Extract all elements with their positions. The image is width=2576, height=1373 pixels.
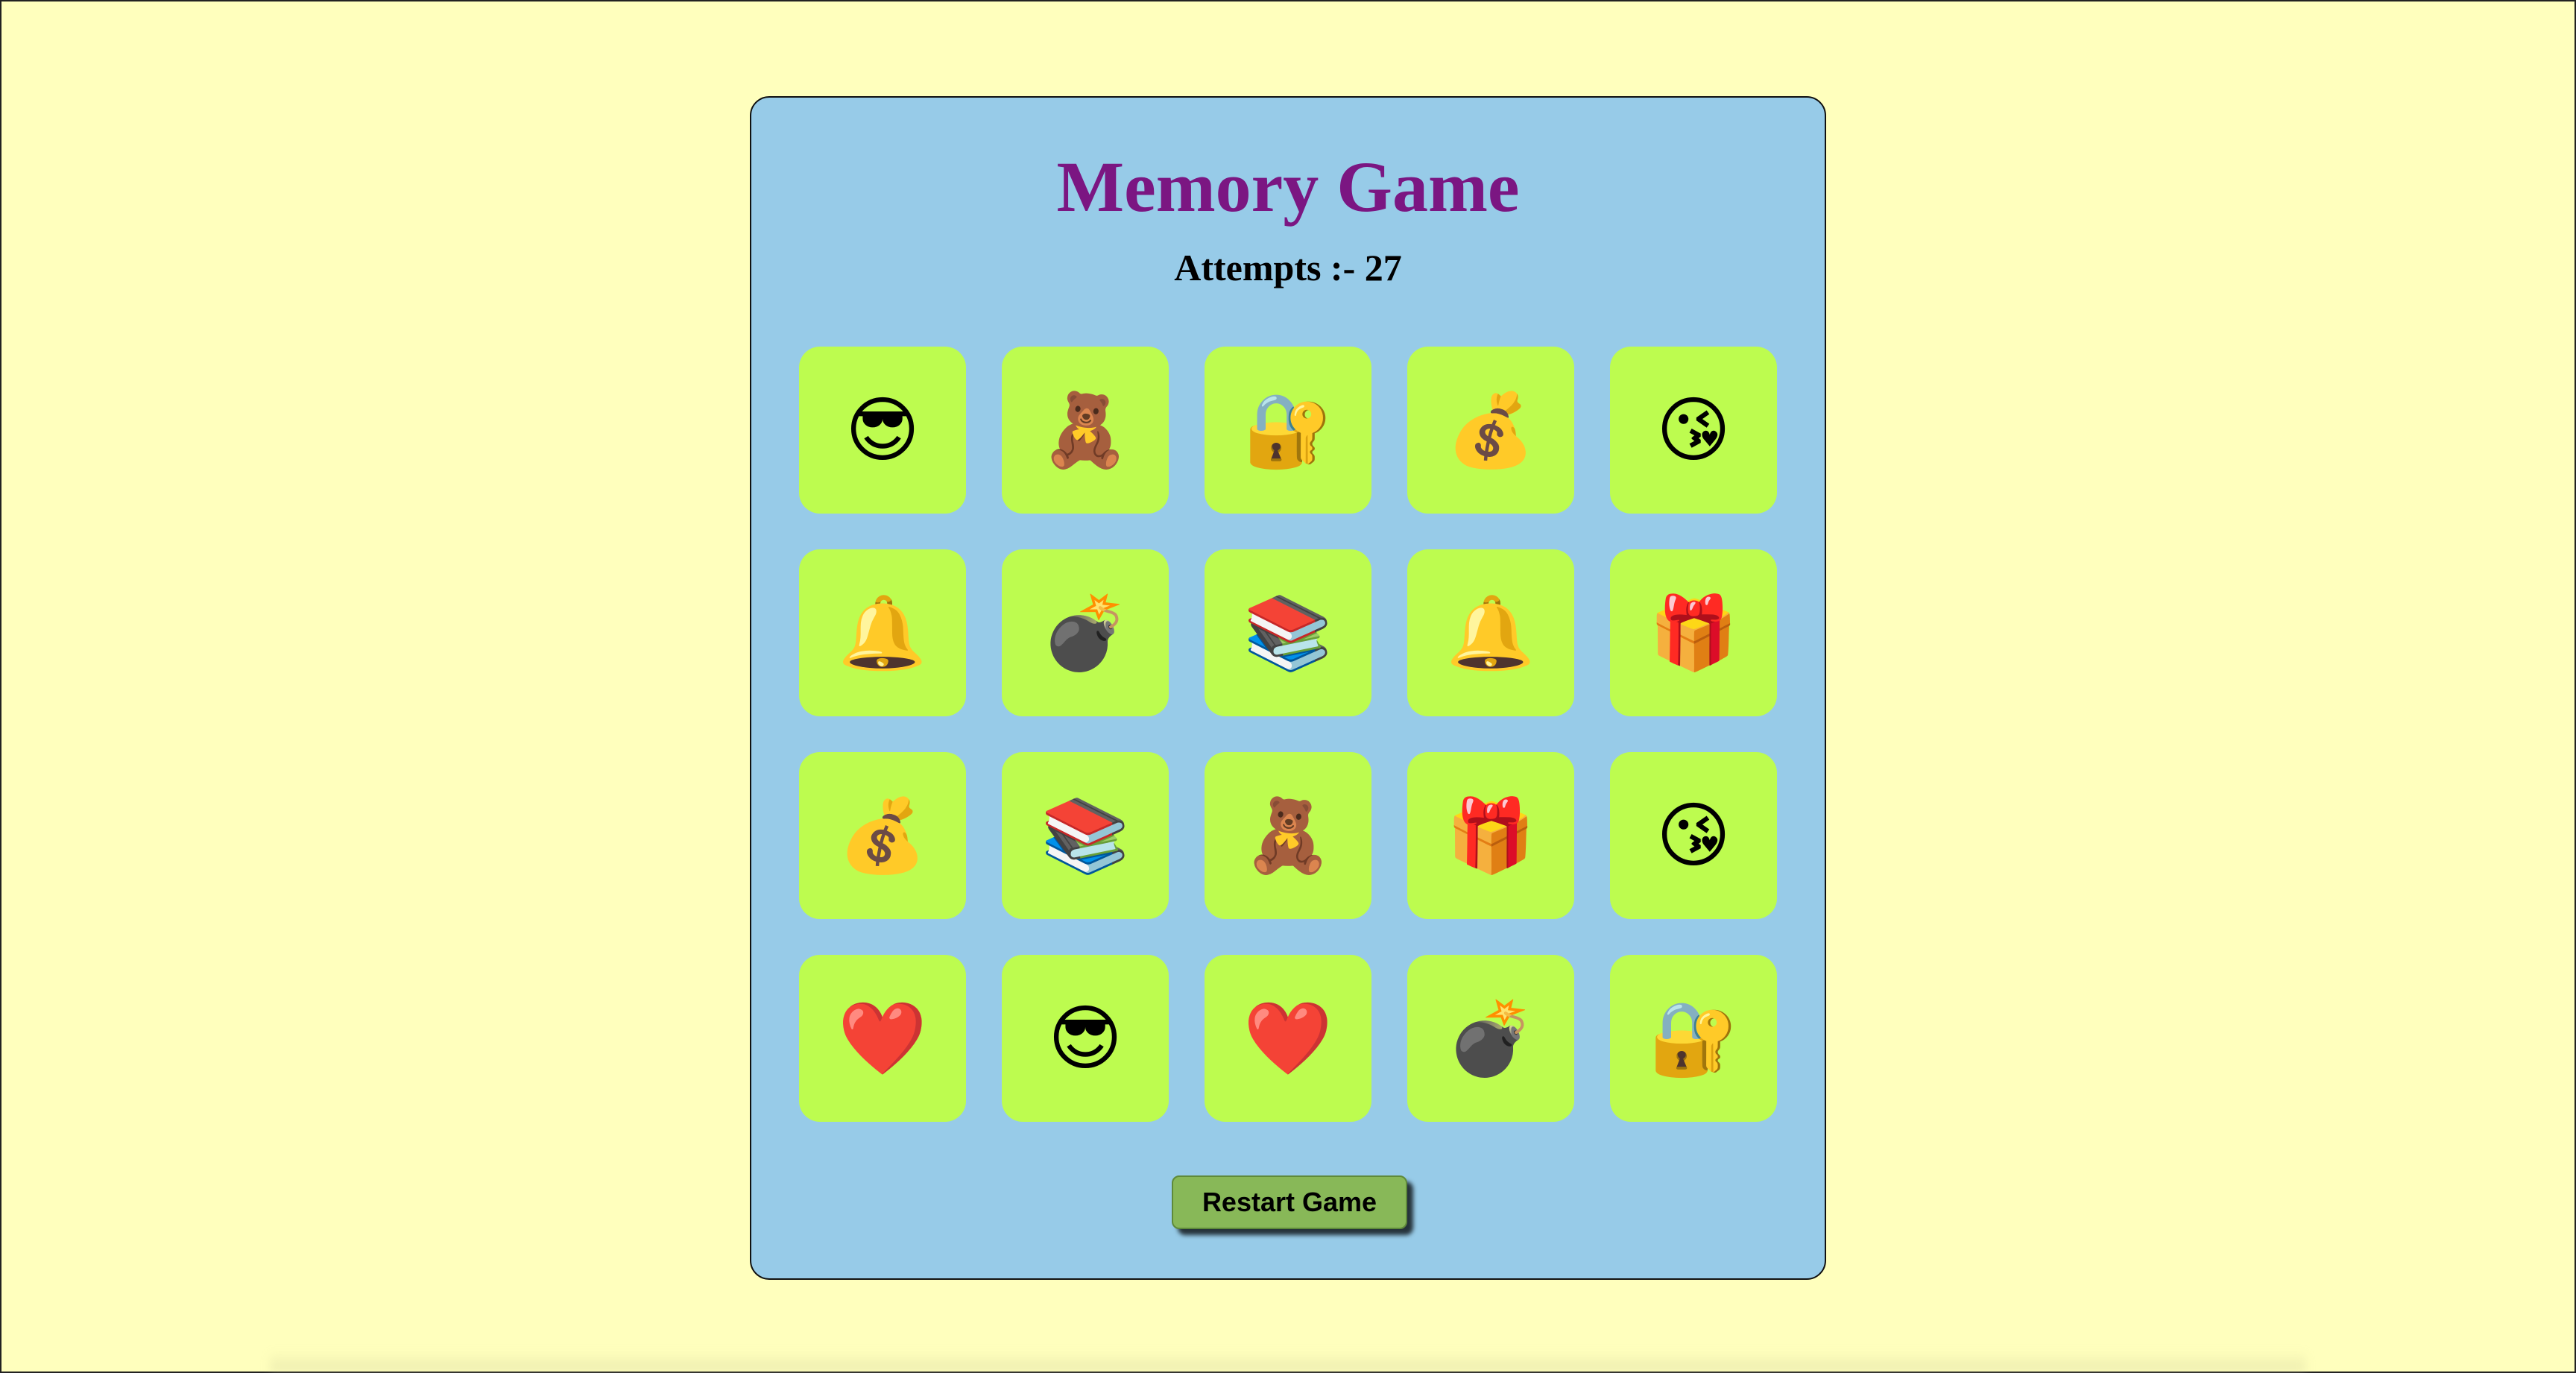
memory-card[interactable]: 😘 (1610, 347, 1777, 514)
lock-with-key-icon: 🔐 (1649, 997, 1738, 1080)
sunglasses-face-icon: 😎 (845, 388, 921, 472)
memory-card[interactable]: 😎 (799, 347, 966, 514)
sunglasses-face-icon: 😎 (1047, 997, 1123, 1080)
memory-card[interactable]: 🧸 (1205, 752, 1371, 919)
bomb-icon: 💣 (1446, 997, 1535, 1080)
money-bag-icon: 💰 (838, 794, 927, 877)
card-grid: 😎 🧸 🔐 💰 😘 🔔 💣 📚 🔔 🎁 💰 📚 🧸 🎁 😘 ❤️ 😎 ❤️ 💣 🔐 (799, 347, 1777, 1122)
memory-card[interactable]: 🔔 (799, 549, 966, 716)
memory-card[interactable]: 💣 (1002, 549, 1169, 716)
teddy-bear-icon: 🧸 (1041, 388, 1130, 472)
memory-card[interactable]: 📚 (1205, 549, 1371, 716)
teddy-bear-icon: 🧸 (1243, 794, 1333, 877)
gift-icon: 🎁 (1649, 591, 1738, 675)
attempts-counter: Attempts :- 27 (1174, 247, 1402, 288)
bell-icon: 🔔 (1446, 591, 1535, 675)
books-icon: 📚 (1041, 794, 1130, 877)
heart-icon: ❤️ (838, 997, 927, 1080)
memory-card[interactable]: 🔐 (1610, 955, 1777, 1122)
gift-icon: 🎁 (1446, 794, 1535, 877)
memory-card[interactable]: 😘 (1610, 752, 1777, 919)
game-panel: Memory Game Attempts :- 27 😎 🧸 🔐 💰 😘 🔔 💣 📚 🔔 🎁 💰 📚 🧸… (750, 96, 1826, 1280)
memory-card[interactable]: 🔔 (1407, 549, 1574, 716)
memory-card[interactable]: 💰 (1407, 347, 1574, 514)
memory-card[interactable]: ❤️ (799, 955, 966, 1122)
restart-game-button[interactable]: Restart Game (1172, 1175, 1407, 1229)
lock-with-key-icon: 🔐 (1243, 388, 1333, 472)
memory-card[interactable]: 🧸 (1002, 347, 1169, 514)
memory-card[interactable]: 💰 (799, 752, 966, 919)
books-icon: 📚 (1243, 591, 1333, 675)
kissing-face-icon: 😘 (1655, 388, 1731, 472)
page-bottom-shadow (270, 1351, 2306, 1372)
memory-card[interactable]: 🔐 (1205, 347, 1371, 514)
money-bag-icon: 💰 (1446, 388, 1535, 472)
memory-card[interactable]: 🎁 (1610, 549, 1777, 716)
kissing-face-icon: 😘 (1655, 794, 1731, 877)
memory-card[interactable]: ❤️ (1205, 955, 1371, 1122)
heart-icon: ❤️ (1243, 997, 1333, 1080)
memory-card[interactable]: 💣 (1407, 955, 1574, 1122)
page-title: Memory Game (1056, 147, 1520, 227)
memory-card[interactable]: 😎 (1002, 955, 1169, 1122)
bell-icon: 🔔 (838, 591, 927, 675)
memory-card[interactable]: 📚 (1002, 752, 1169, 919)
memory-card[interactable]: 🎁 (1407, 752, 1574, 919)
bomb-icon: 💣 (1041, 591, 1130, 675)
